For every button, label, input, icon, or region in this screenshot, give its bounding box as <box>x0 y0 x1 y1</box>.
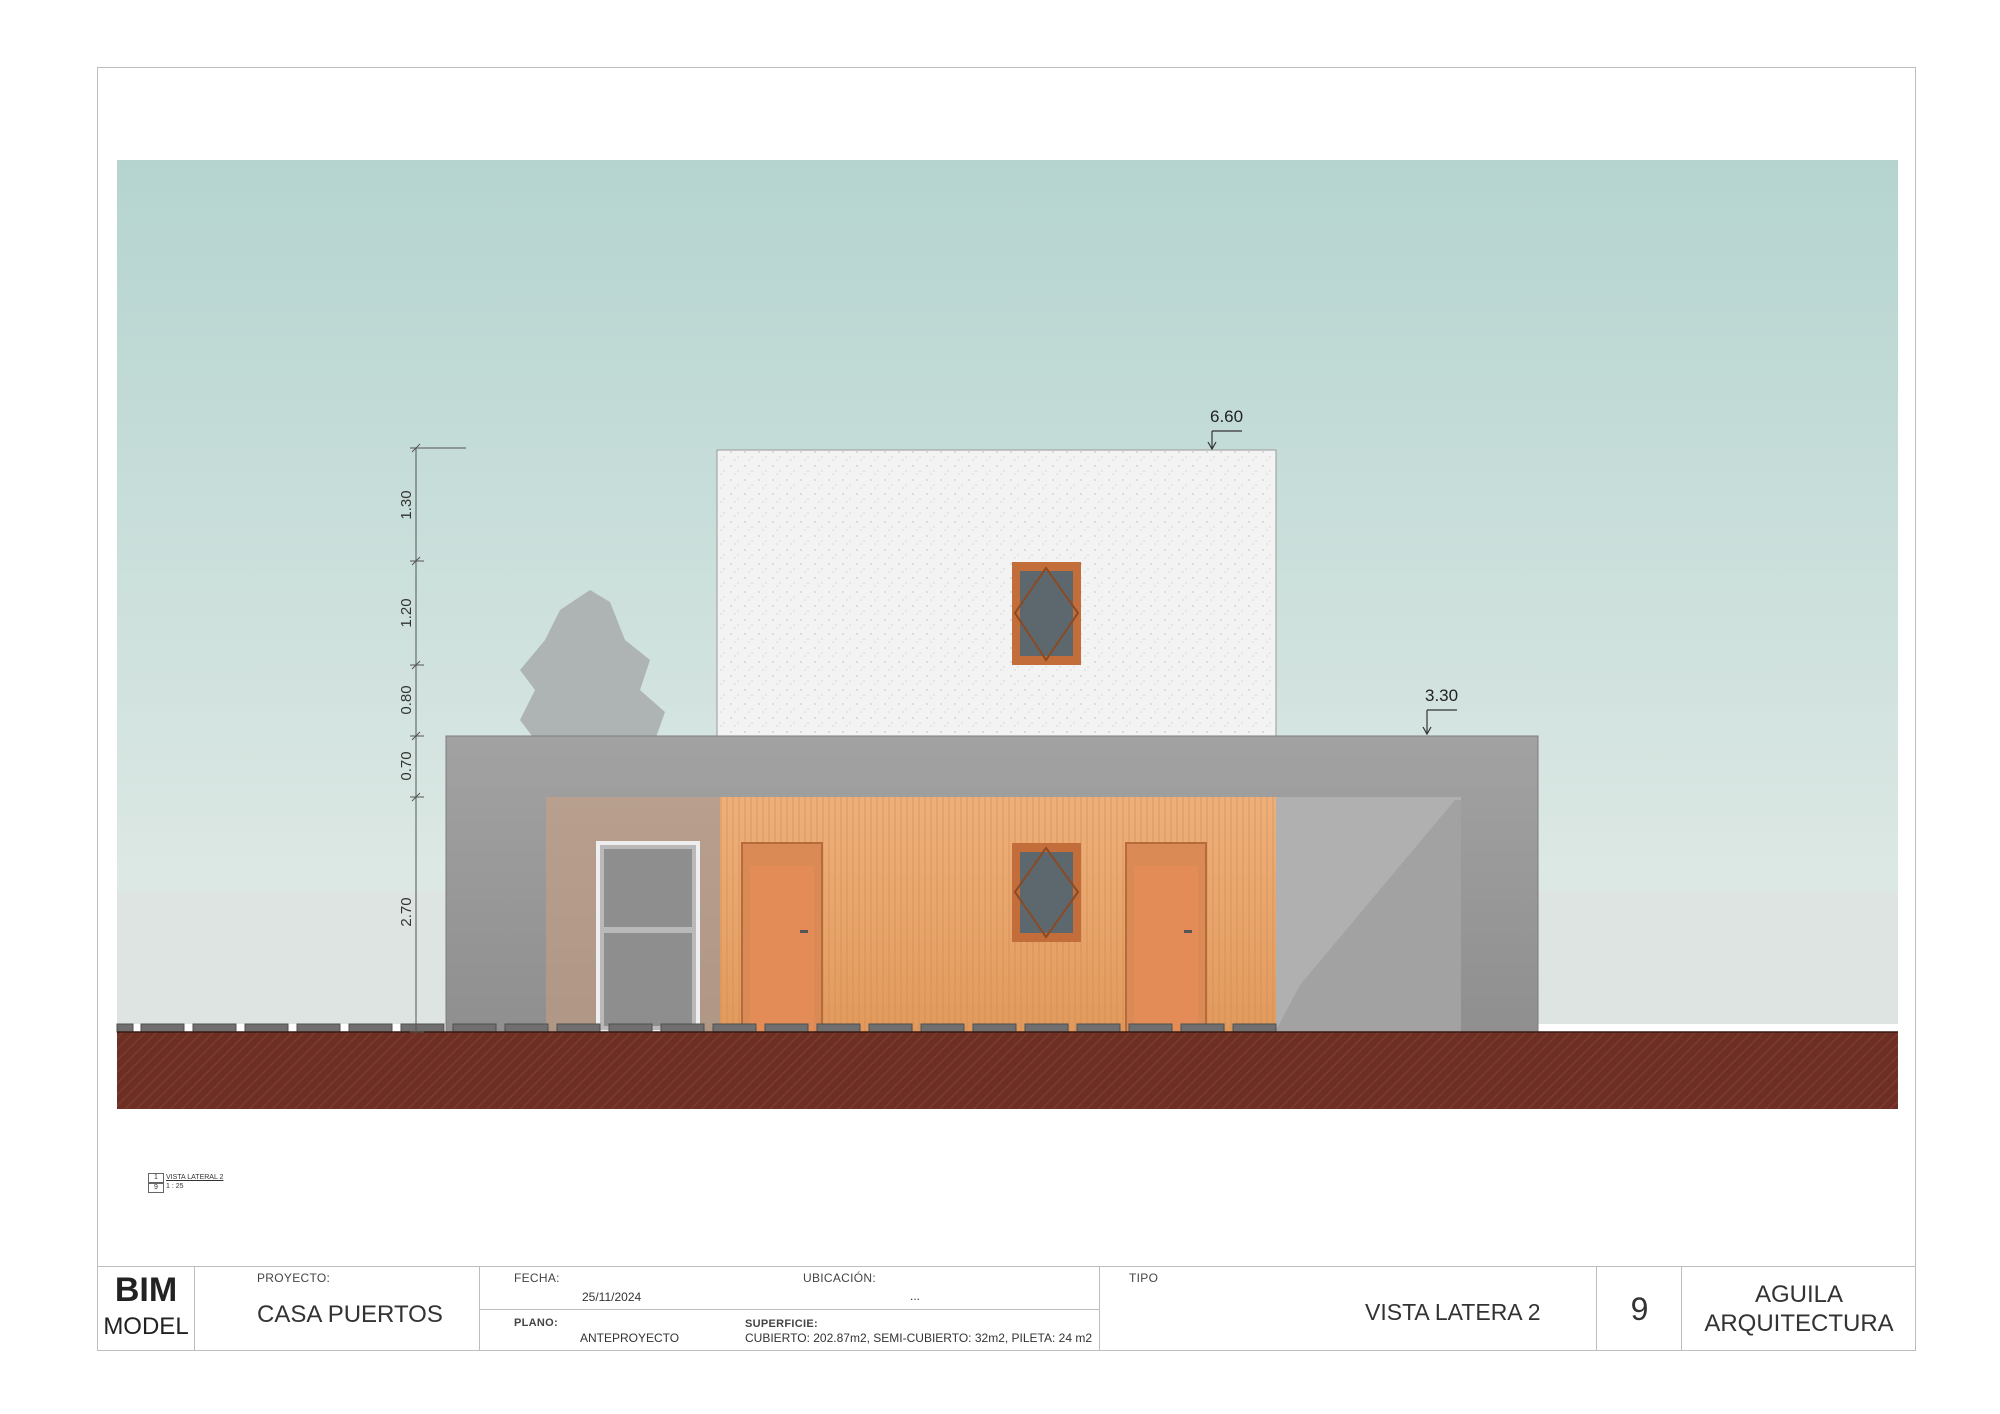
studio-line2: ARQUITECTURA <box>1704 1310 1894 1337</box>
view-scale: 1 : 25 <box>166 1183 184 1190</box>
view-tag: 1 9 VISTA LATERAL 2 1 : 25 <box>148 1173 223 1193</box>
tipo-cell: TIPO VISTA LATERA 2 <box>1100 1267 1597 1351</box>
superficie-label: SUPERFICIE: <box>745 1318 818 1330</box>
ubicacion-value: ... <box>910 1289 921 1303</box>
lower-window-icon <box>1012 843 1081 942</box>
glass-sliding-door-icon <box>596 841 700 1034</box>
level-lower-label: 3.30 <box>1425 686 1458 705</box>
info-cell: FECHA: 25/11/2024 UBICACIÓN: ... PLANO: … <box>480 1267 1100 1351</box>
tipo-label: TIPO <box>1129 1271 1159 1285</box>
view-title: VISTA LATERAL 2 <box>166 1174 224 1181</box>
upper-volume <box>716 449 1277 738</box>
proyecto-cell: PROYECTO: CASA PUERTOS <box>195 1267 480 1351</box>
elevation-drawing: 1.30 1.20 0.80 0.70 2.70 6.60 3.30 <box>116 160 1898 1109</box>
proyecto-label: PROYECTO: <box>257 1271 331 1285</box>
door-right-icon <box>1125 842 1207 1033</box>
door-left-icon <box>741 842 823 1033</box>
dim-0-70: 0.70 <box>398 751 415 780</box>
ubicacion-label: UBICACIÓN: <box>803 1271 877 1285</box>
level-upper-label: 6.60 <box>1210 407 1243 426</box>
sheet-number: 9 <box>1630 1291 1649 1327</box>
logo-bim: BIM <box>114 1271 178 1309</box>
plano-label: PLANO: <box>514 1317 558 1329</box>
sheet-number-cell: 9 <box>1597 1267 1682 1351</box>
studio-cell: AGUILA ARQUITECTURA <box>1682 1267 1916 1351</box>
superficie-value: CUBIERTO: 202.87m2, SEMI-CUBIERTO: 32m2,… <box>745 1331 1093 1345</box>
logo-model: MODEL <box>103 1313 189 1340</box>
dim-1-20: 1.20 <box>398 598 415 627</box>
ground-section <box>117 1032 1898 1109</box>
proyecto-value: CASA PUERTOS <box>257 1301 443 1328</box>
plano-value: ANTEPROYECTO <box>580 1331 680 1345</box>
paving-slabs <box>116 1023 1277 1033</box>
dim-0-80: 0.80 <box>398 685 415 714</box>
fecha-label: FECHA: <box>514 1271 560 1285</box>
view-sheet: 9 <box>148 1183 164 1193</box>
logo-cell: BIM MODEL <box>97 1267 195 1351</box>
title-block: BIM MODEL PROYECTO: CASA PUERTOS FECHA: … <box>97 1266 1916 1351</box>
fecha-value: 25/11/2024 <box>582 1290 642 1304</box>
studio-line1: AGUILA <box>1754 1281 1844 1308</box>
view-number: 1 <box>148 1173 164 1183</box>
dim-1-30: 1.30 <box>398 490 415 519</box>
dim-2-70: 2.70 <box>398 897 415 926</box>
tipo-value: VISTA LATERA 2 <box>1365 1299 1541 1325</box>
upper-window-icon <box>1012 562 1081 665</box>
